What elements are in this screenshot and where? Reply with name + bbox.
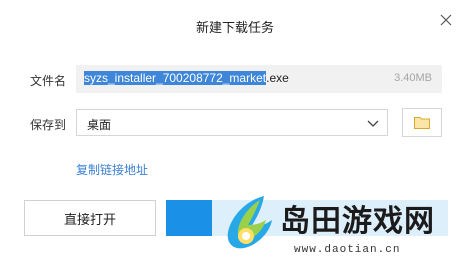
filename-extension: .exe: [266, 71, 289, 85]
chevron-down-icon: [367, 120, 379, 127]
filename-field[interactable]: syzs_installer_700208772_market.exe 3.40…: [76, 65, 442, 93]
open-directly-button[interactable]: 直接打开: [24, 200, 156, 236]
save-to-label: 保存到: [30, 118, 67, 132]
browse-folder-button[interactable]: [402, 108, 442, 137]
filename-selected-text: syzs_installer_700208772_market: [84, 71, 267, 85]
save-location-value: 桌面: [87, 118, 112, 132]
file-size: 3.40MB: [394, 72, 432, 84]
save-location-select[interactable]: 桌面: [76, 109, 388, 136]
daotian-logo-icon: [227, 196, 272, 249]
filename-value[interactable]: syzs_installer_700208772_market.exe: [84, 71, 289, 85]
dialog-title: 新建下载任务: [195, 21, 274, 36]
copy-link-button[interactable]: 复制链接地址: [76, 161, 148, 178]
watermark-brand: 岛田游戏网: [280, 204, 435, 239]
filename-label: 文件名: [30, 74, 67, 88]
watermark: 岛田游戏网 www.daotian.cn: [212, 188, 470, 265]
close-icon: [440, 14, 452, 26]
folder-icon: [414, 117, 430, 129]
close-button[interactable]: [436, 10, 456, 30]
watermark-url: www.daotian.cn: [294, 244, 401, 256]
